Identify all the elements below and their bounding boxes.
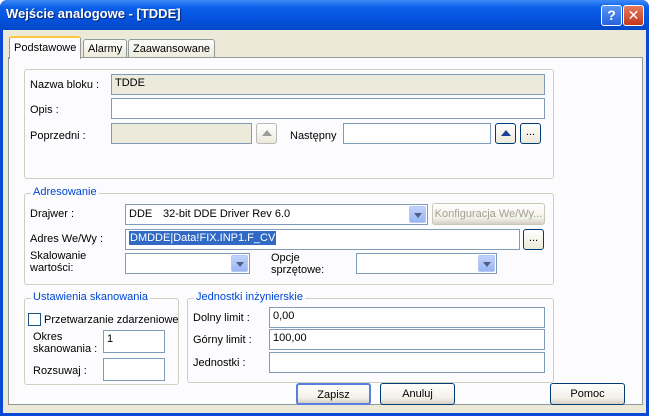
scan-period-input[interactable]: 1 [103,330,165,353]
scaling-label-1: Skalowanie [30,250,87,262]
tab-zaawansowane[interactable]: Zaawansowane [128,39,216,58]
chevron-down-icon[interactable] [231,255,248,272]
save-button[interactable]: Zapisz [296,383,371,405]
event-processing-label: Przetwarzanie zdarzeniowe [44,314,179,326]
scaling-select[interactable] [125,253,250,274]
previous-label: Poprzedni : [30,130,86,142]
dialog-client-area: Podstawowe Alarmy Zaawansowane Nazwa blo… [3,30,646,413]
previous-up-button [256,123,277,144]
units-input[interactable] [269,352,545,373]
driver-name: 32-bit DDE Driver Rev 6.0 [163,208,291,220]
driver-select[interactable]: DDE 32-bit DDE Driver Rev 6.0 [125,204,428,225]
hw-options-select[interactable] [356,253,497,274]
scan-settings-group: Ustawienia skanowania Przetwarzanie zdar… [24,291,179,385]
hw-options-label-2: sprzętowe: [271,264,325,276]
help-button[interactable]: Pomoc [550,383,625,405]
chevron-down-icon[interactable] [409,206,426,223]
driver-label: Drajwer : [30,208,75,220]
dialog-window: Wejście analogowe - [TDDE] ? ✕ Podstawow… [0,0,649,416]
tab-panel: Nazwa bloku : TDDE Opis : Poprzedni : Na… [8,57,643,405]
hw-options-label-1: Opcje [271,252,300,264]
scaling-label-2: wartości: [30,262,74,274]
cancel-button[interactable]: Anuluj [380,383,455,405]
io-address-input[interactable]: DMDDE|Data!FIX.INP1.F_CV [125,229,520,250]
phase-label: Rozsuwaj : [33,365,87,377]
tab-podstawowe[interactable]: Podstawowe [9,36,82,59]
scan-period-label-2: skanowania : [33,343,98,355]
units-label: Jednostki : [193,357,246,369]
next-up-button[interactable] [495,123,516,144]
high-limit-input[interactable]: 100,00 [269,329,545,350]
next-input[interactable] [343,123,491,144]
chevron-down-icon[interactable] [478,255,495,272]
io-address-browse-button[interactable]: ... [523,229,544,250]
engineering-units-legend: Jednostki inżynierskie [194,291,305,303]
addressing-group: Adresowanie Drajwer : DDE 32-bit DDE Dri… [24,186,554,285]
help-icon[interactable]: ? [601,5,622,26]
block-name-label: Nazwa bloku : [30,79,100,91]
low-limit-label: Dolny limit : [193,312,250,324]
io-address-value: DMDDE|Data!FIX.INP1.F_CV [129,231,277,245]
previous-input [111,123,252,144]
phase-input[interactable] [103,358,165,381]
addressing-legend: Adresowanie [31,186,99,198]
scan-period-label-1: Okres [33,331,63,343]
io-config-button: Konfiguracja We/Wy... [432,203,545,225]
next-label: Następny [290,130,337,142]
low-limit-input[interactable]: 0,00 [269,307,545,328]
block-group: Nazwa bloku : TDDE Opis : Poprzedni : Na… [24,69,554,179]
title-bar[interactable]: Wejście analogowe - [TDDE] ? ✕ [0,0,649,30]
next-browse-button[interactable]: ... [520,123,541,144]
scan-settings-legend: Ustawienia skanowania [31,291,150,303]
window-title: Wejście analogowe - [TDDE] [6,6,181,21]
tab-alarmy[interactable]: Alarmy [83,39,128,58]
high-limit-label: Górny limit : [193,334,252,346]
engineering-units-group: Jednostki inżynierskie Dolny limit : 0,0… [187,291,554,383]
io-address-label: Adres We/Wy : [30,233,104,245]
driver-code: DDE [129,208,153,220]
description-label: Opis : [30,104,59,116]
block-name-field: TDDE [111,74,545,95]
event-processing-checkbox[interactable] [28,313,41,326]
close-icon[interactable]: ✕ [623,5,644,26]
description-input[interactable] [111,98,545,119]
